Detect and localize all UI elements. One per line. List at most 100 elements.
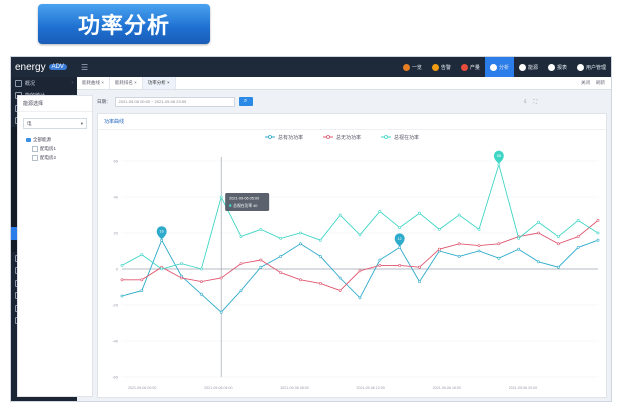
tree-node-label: 全部能源 <box>33 136 51 142</box>
tooltip-dot <box>228 204 232 207</box>
search-icon: ⌕ <box>243 98 248 104</box>
data-point <box>497 256 501 260</box>
topnav-item[interactable]: 用户管理 <box>572 57 611 77</box>
search-button[interactable]: ⌕ <box>238 97 253 106</box>
tab-item[interactable]: 功率分析 × <box>142 77 176 89</box>
tree-node[interactable]: 配电房2 <box>26 153 92 162</box>
sidebar-item-label: 概况 <box>25 80 36 87</box>
tab-actions: 关闭 刷新 <box>581 80 611 86</box>
topnav-label: 告警 <box>440 64 451 71</box>
sidebar-item[interactable]: 概况 › <box>11 77 77 90</box>
menu-toggle-icon[interactable]: ☰ <box>81 63 88 72</box>
topnav-item[interactable]: 一览 <box>398 57 427 77</box>
data-point <box>378 263 382 267</box>
tab-item[interactable]: 能耗曲线 × <box>77 77 110 89</box>
date-range-value: 2021-09-06 00:00 ~ 2021-09-06 23:59 <box>118 99 187 104</box>
data-point <box>160 267 164 271</box>
data-point <box>497 242 501 246</box>
x-tick-label: 2021-09-06 16:00 <box>433 386 461 390</box>
data-point <box>239 235 243 239</box>
data-point <box>596 238 600 242</box>
x-tick-label: 2021-09-06 12:00 <box>356 386 384 390</box>
data-point <box>358 269 362 273</box>
refresh-button[interactable]: 刷新 <box>596 80 605 86</box>
close-tabs-button[interactable]: 关闭 <box>581 80 590 86</box>
data-point <box>418 211 421 215</box>
user-icon <box>576 63 584 71</box>
topnav-item[interactable]: 报表 <box>543 57 572 77</box>
topnav-item[interactable]: 产量 <box>456 57 485 77</box>
data-point <box>338 289 342 293</box>
marker-label: 12 <box>398 237 402 241</box>
data-point <box>140 289 144 293</box>
tree-node-label: 配电房1 <box>40 145 57 151</box>
legend-marker <box>326 135 330 139</box>
data-point <box>219 310 223 314</box>
y-tick-label: 20 <box>114 231 119 236</box>
data-point <box>160 238 164 242</box>
download-icon[interactable]: ⇩ <box>523 99 527 105</box>
series-line <box>122 220 599 292</box>
data-point <box>576 246 580 249</box>
data-point <box>358 233 362 237</box>
data-point <box>537 220 540 224</box>
tooltip-text: 总视在功率 40 <box>233 203 257 208</box>
y-tick-label: -20 <box>112 303 119 308</box>
data-point <box>497 163 501 167</box>
alarm-icon <box>431 63 439 71</box>
select-value: 电 <box>27 120 32 126</box>
app-window: energy ADV ☰ 一览告警产量分析能源报表用户管理 概况›能效统计›能耗… <box>10 56 612 402</box>
series-line <box>121 162 599 270</box>
energy-icon <box>518 63 526 71</box>
data-point <box>517 247 521 251</box>
marker-label: 16 <box>160 230 164 234</box>
menu-icon <box>15 79 22 87</box>
top-bar: energy ADV ☰ 一览 告警 产量 分析 能源 报表 用户管理 <box>11 57 611 77</box>
topnav-item[interactable]: 分析 <box>484 57 514 77</box>
data-point <box>477 244 481 248</box>
data-point <box>398 263 402 267</box>
data-point <box>259 228 263 231</box>
data-point <box>537 260 540 264</box>
production-icon <box>460 63 468 71</box>
data-point <box>418 280 421 284</box>
checkbox[interactable] <box>32 145 38 152</box>
y-tick-label: 60 <box>114 159 119 164</box>
data-point <box>199 280 203 284</box>
data-point <box>199 267 203 271</box>
data-point <box>259 258 263 262</box>
series-line <box>121 239 599 313</box>
data-point <box>219 195 223 199</box>
legend-label: 总无功功率 <box>336 134 361 141</box>
data-point <box>219 276 223 280</box>
data-point <box>477 249 481 253</box>
chevron-down-icon: ▾ <box>80 120 83 126</box>
x-tick-label: 2021-09-06 20:00 <box>509 386 537 390</box>
topnav-item[interactable]: 能源 <box>514 57 543 77</box>
dot-icon <box>402 63 410 71</box>
data-point <box>279 254 283 258</box>
topnav-item[interactable]: 告警 <box>427 57 456 77</box>
data-point <box>596 219 600 222</box>
tree-node[interactable]: 全部能源 <box>26 135 92 144</box>
topnav-label: 一览 <box>411 64 422 71</box>
tab-item[interactable]: 能耗排名 × <box>110 77 143 89</box>
data-point <box>477 228 481 231</box>
data-point <box>576 219 580 222</box>
data-point <box>398 226 402 230</box>
fullscreen-icon[interactable]: ⛶ <box>533 99 537 105</box>
y-tick-label: -40 <box>112 339 119 344</box>
date-range-input[interactable]: 2021-09-06 00:00 ~ 2021-09-06 23:59 <box>114 96 235 107</box>
legend-marker <box>268 135 272 139</box>
data-point <box>199 292 203 296</box>
data-point <box>120 263 124 267</box>
tree-node[interactable]: 配电房1 <box>26 144 92 153</box>
topnav-label: 用户管理 <box>585 64 606 71</box>
checkbox[interactable] <box>32 154 38 161</box>
report-icon <box>547 63 555 71</box>
data-point <box>517 237 521 240</box>
topnav-label: 报表 <box>556 64 567 71</box>
chart-card: 功率曲线 总有功功率 总无功功率 总视在功率 -60 -40 -20 0 20 40 60 2021… <box>97 113 607 398</box>
power-line-chart: 总有功功率 总无功功率 总视在功率 -60 -40 -20 0 20 40 60 2021-09-0… <box>112 134 600 390</box>
energy-type-select[interactable]: 电 ▾ <box>23 118 87 129</box>
